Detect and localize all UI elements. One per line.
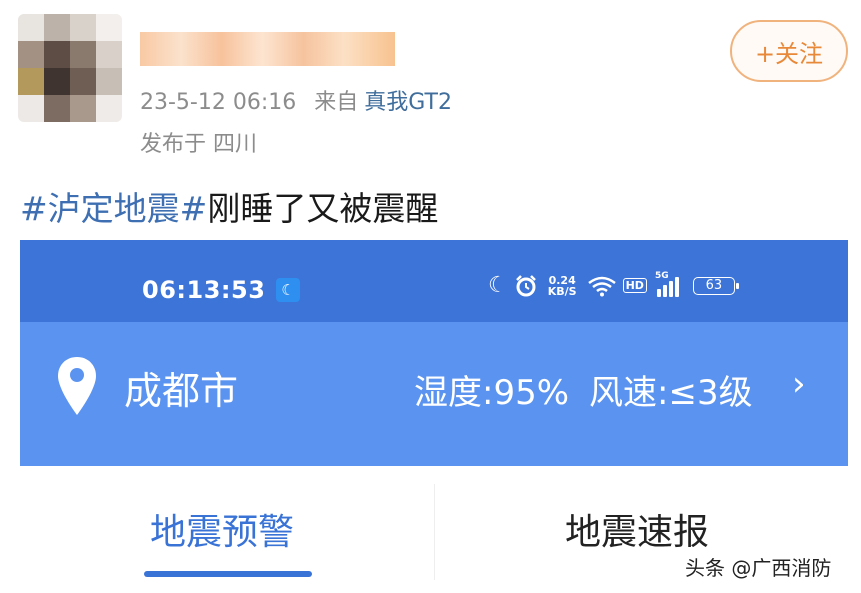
alarm-icon xyxy=(515,274,536,296)
watermark: 头条 @广西消防 xyxy=(685,556,832,580)
device-link[interactable]: 真我GT2 xyxy=(364,90,452,115)
moon-icon: ☾ xyxy=(488,273,508,298)
active-tab-indicator xyxy=(144,571,312,577)
city-name: 成都市 xyxy=(124,369,239,413)
weather-info: 湿度:95% 风速:≤3级 xyxy=(414,365,753,414)
wind-speed: 风速:≤3级 xyxy=(589,373,753,413)
post-meta: 23-5-12 06:16 来自 真我GT2 xyxy=(140,84,452,116)
moon-badge-icon: ☾ xyxy=(276,278,300,302)
status-bar: 06:13:53 ☾ ☾ 0.24 KB/S HD 5G 63 xyxy=(20,240,848,322)
battery-icon: 63 xyxy=(692,276,739,295)
post-location: 发布于 四川 xyxy=(140,132,257,157)
tab-earthquake-warning[interactable]: 地震预警 xyxy=(150,503,294,555)
username-blurred[interactable] xyxy=(140,32,395,66)
hd-icon: HD xyxy=(622,278,647,293)
post-text: #泸定地震#刚睡了又被震醒 xyxy=(20,182,438,230)
city-banner[interactable]: 成都市 湿度:95% 风速:≤3级 › xyxy=(20,322,848,466)
follow-button[interactable]: +关注 xyxy=(730,20,848,82)
topic-link[interactable]: #泸定地震# xyxy=(20,189,207,228)
source-prefix: 来自 xyxy=(314,90,359,115)
tab-earthquake-quick-report[interactable]: 地震速报 xyxy=(565,503,709,555)
wifi-icon xyxy=(587,276,616,296)
humidity: 湿度:95% xyxy=(414,373,570,413)
avatar[interactable] xyxy=(18,14,122,122)
net-speed: 0.24 KB/S xyxy=(547,273,577,298)
chevron-right-icon[interactable]: › xyxy=(792,364,806,404)
embedded-screenshot[interactable]: 06:13:53 ☾ ☾ 0.24 KB/S HD 5G 63 成都市 湿度:9… xyxy=(20,240,848,593)
status-icons: ☾ 0.24 KB/S HD 5G 63 xyxy=(488,271,739,298)
tab-divider xyxy=(434,484,435,580)
location-pin-icon xyxy=(58,357,96,415)
post-body: 刚睡了又被震醒 xyxy=(207,189,439,228)
status-time: 06:13:53 xyxy=(142,276,266,304)
signal-icon: 5G xyxy=(655,271,679,297)
post-date: 23-5-12 06:16 xyxy=(140,90,297,115)
